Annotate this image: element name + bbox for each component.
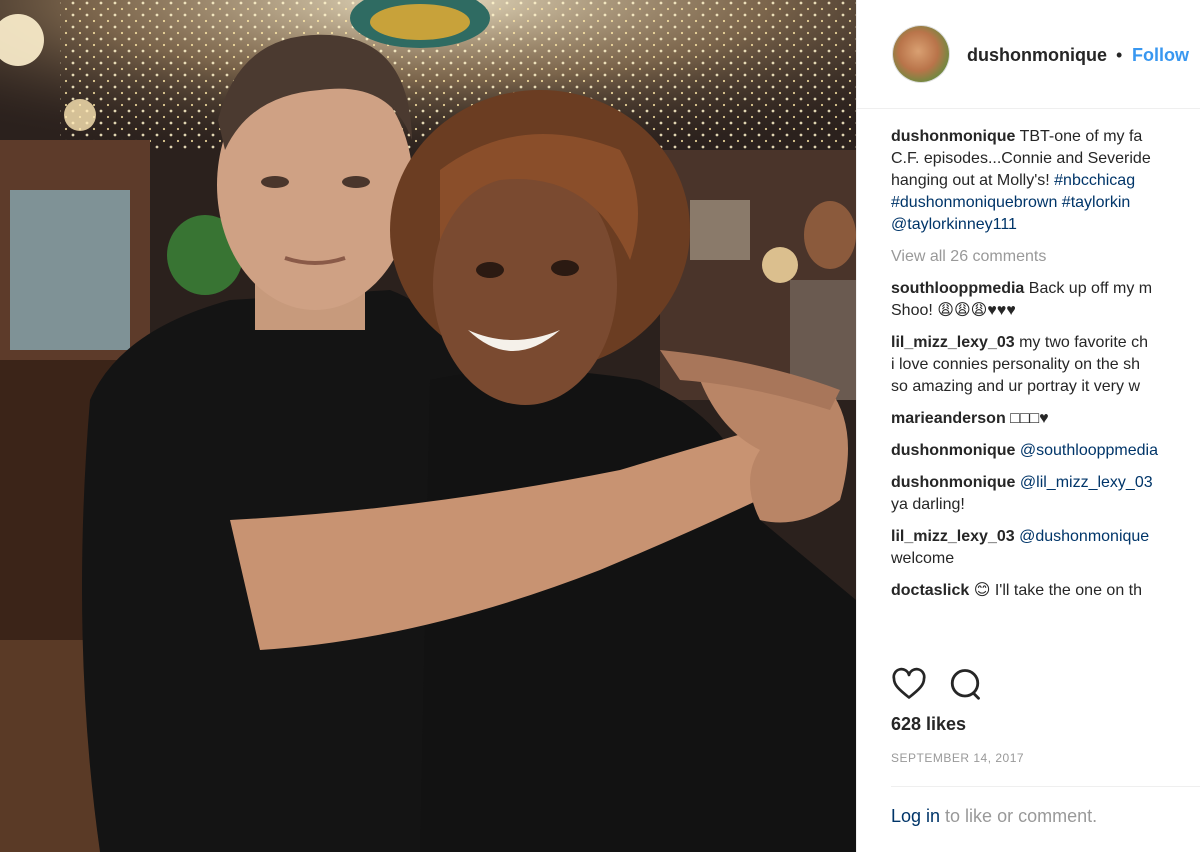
caption: dushonmonique TBT-one of my fa C.F. epis… bbox=[891, 126, 1200, 236]
comment-text: i love connies personality on the sh bbox=[891, 356, 1141, 373]
post-header: dushonmonique • Follow bbox=[857, 0, 1200, 109]
comment-username[interactable]: lil_mizz_lexy_03 bbox=[891, 334, 1015, 351]
heart-icon[interactable] bbox=[891, 666, 929, 704]
photo-illustration bbox=[0, 0, 856, 852]
comment-text: Shoo! 😩😩😩♥♥♥ bbox=[891, 302, 1016, 319]
caption-line: hanging out at Molly's! #nbcchicag bbox=[891, 170, 1200, 192]
post-side-panel: dushonmonique • Follow dushonmonique TBT… bbox=[856, 0, 1200, 852]
comment-text: ya darling! bbox=[891, 496, 965, 513]
comment-text: so amazing and ur portray it very w bbox=[891, 378, 1140, 395]
hashtag-link[interactable]: #dushonmoniquebrown #taylorkin bbox=[891, 192, 1200, 214]
comment: marieanderson □□□♥ bbox=[891, 408, 1200, 430]
comment: southlooppmedia Back up off my m Shoo! 😩… bbox=[891, 278, 1200, 322]
avatar[interactable] bbox=[893, 26, 949, 82]
comment-username[interactable]: southlooppmedia bbox=[891, 280, 1024, 297]
post-date: SEPTEMBER 14, 2017 bbox=[891, 751, 1025, 765]
comment: doctaslick 😊 I'll take the one on th bbox=[891, 580, 1200, 602]
mention-link[interactable]: @dushonmonique bbox=[1019, 528, 1149, 545]
hashtag-link[interactable]: #nbcchicag bbox=[1054, 172, 1135, 189]
view-all-comments-link[interactable]: View all 26 comments bbox=[891, 246, 1200, 268]
comments-list: dushonmonique TBT-one of my fa C.F. epis… bbox=[891, 126, 1200, 612]
comment-username[interactable]: doctaslick bbox=[891, 582, 969, 599]
comment-text: 😊 I'll take the one on th bbox=[973, 582, 1142, 599]
comment-username[interactable]: lil_mizz_lexy_03 bbox=[891, 528, 1015, 545]
action-bar bbox=[891, 666, 1191, 706]
post-photo[interactable] bbox=[0, 0, 856, 852]
comment-text: my two favorite ch bbox=[1019, 334, 1149, 351]
comment: dushonmonique @southlooppmedia bbox=[891, 440, 1200, 462]
mention-link[interactable]: @lil_mizz_lexy_03 bbox=[1020, 474, 1153, 491]
caption-username[interactable]: dushonmonique bbox=[891, 128, 1015, 145]
login-prompt: Log in to like or comment. bbox=[891, 806, 1097, 827]
divider bbox=[891, 786, 1200, 787]
comment-icon[interactable] bbox=[947, 666, 985, 704]
comment: lil_mizz_lexy_03 @dushonmonique welcome bbox=[891, 526, 1200, 570]
comment-text: □□□♥ bbox=[1010, 410, 1049, 427]
follow-button[interactable]: Follow bbox=[1132, 45, 1189, 66]
comment: lil_mizz_lexy_03 my two favorite ch i lo… bbox=[891, 332, 1200, 398]
header-username[interactable]: dushonmonique bbox=[967, 45, 1107, 66]
comment-username[interactable]: dushonmonique bbox=[891, 442, 1015, 459]
mention-link[interactable]: @southlooppmedia bbox=[1020, 442, 1158, 459]
caption-line: dushonmonique TBT-one of my fa bbox=[891, 126, 1200, 148]
caption-text: hanging out at Molly's! bbox=[891, 172, 1055, 189]
header-separator: • bbox=[1116, 45, 1123, 65]
comment-username[interactable]: marieanderson bbox=[891, 410, 1006, 427]
caption-line: C.F. episodes...Connie and Severide bbox=[891, 150, 1151, 167]
comment-text: Back up off my m bbox=[1028, 280, 1153, 297]
login-prompt-text: to like or comment. bbox=[940, 806, 1098, 826]
caption-text: TBT-one of my fa bbox=[1019, 128, 1143, 145]
mention-link[interactable]: @taylorkinney111 bbox=[891, 214, 1200, 236]
comment-text: welcome bbox=[891, 550, 955, 567]
login-link[interactable]: Log in bbox=[891, 806, 940, 826]
likes-count[interactable]: 628 likes bbox=[891, 714, 966, 735]
comment-username[interactable]: dushonmonique bbox=[891, 474, 1015, 491]
comment: dushonmonique @lil_mizz_lexy_03 ya darli… bbox=[891, 472, 1200, 516]
